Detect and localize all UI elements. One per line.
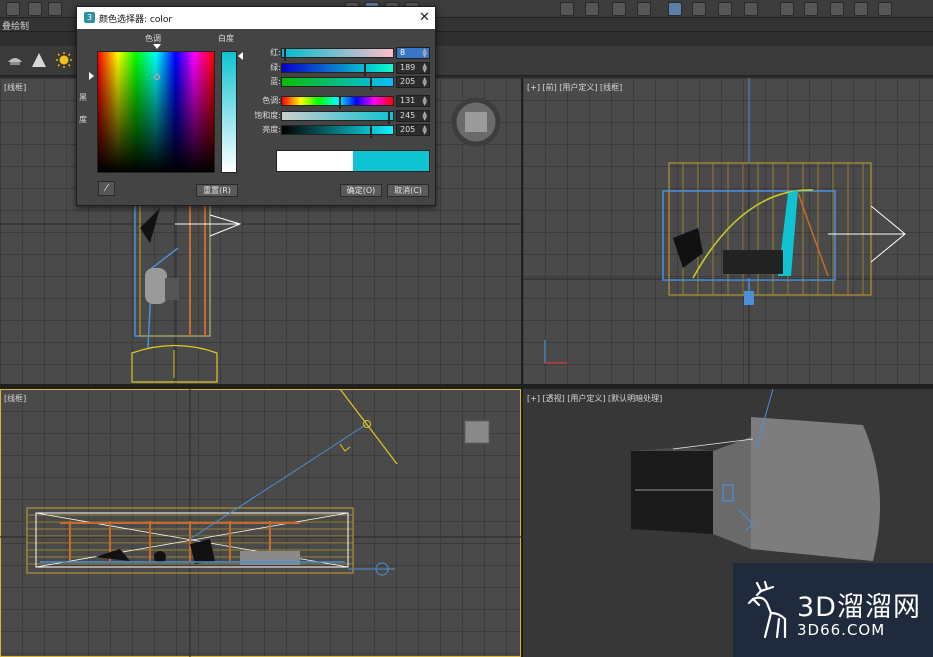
viewport-divider-horizontal[interactable] [0,384,933,389]
blackness-label: 黑度 [79,93,87,124]
blue-value: 205 [400,77,416,86]
viewport-left[interactable]: [线框] [0,389,521,657]
reset-button[interactable]: 重置(R) [196,184,238,197]
green-label: 绿: [270,63,281,72]
front-view-scene [523,78,933,384]
watermark: 3D溜溜网 3D66.COM [733,563,933,657]
value-label: 亮度: [262,125,281,134]
hue-spinner-icon[interactable]: ▲ ▼ [422,96,427,107]
hue-input[interactable]: 131 ▲ ▼ [396,95,430,107]
saturation-input[interactable]: 245 ▲ ▼ [396,110,430,122]
material-editor-icon[interactable] [718,2,732,16]
red-slider[interactable] [281,48,394,61]
ribbon-tab-label[interactable]: 叠绘制 [2,19,29,32]
whiteness-slider[interactable] [221,51,237,173]
eyedropper-icon: ⁄ [105,183,108,194]
blackness-pointer-icon[interactable] [89,72,94,80]
watermark-url: 3D66.COM [797,621,886,639]
saturation-spinner-icon[interactable]: ▲ ▼ [422,111,427,122]
value-row: 亮度: 205 ▲ ▼ [253,124,431,138]
saturation-slider[interactable] [281,111,394,124]
saturation-label: 饱和度: [254,111,281,120]
left-view-scene [0,389,521,657]
render-setup-icon[interactable] [744,2,758,16]
curve-editor-icon[interactable] [668,2,682,16]
blue-slider[interactable] [281,77,394,90]
red-thumb[interactable] [284,49,286,61]
dialog-title: 颜色选择器: color [99,15,173,25]
whiteness-pointer-icon[interactable] [238,52,243,60]
vray-frame-icon[interactable] [854,2,868,16]
green-value: 189 [400,63,416,72]
render-frame-icon[interactable] [780,2,794,16]
dialog-title-bar[interactable]: 3 颜色选择器: color ✕ [77,7,435,29]
current-color-swatch[interactable] [353,151,429,171]
move-icon[interactable] [6,2,20,16]
layer-icon[interactable] [612,2,626,16]
color-selector-dialog: 3 颜色选择器: color ✕ 色调 白度 黑度 ⁄ 重置(R) 确定(O) … [76,6,436,206]
mirror-icon[interactable] [560,2,574,16]
hue-thumb[interactable] [339,97,341,109]
viewport-divider-vertical[interactable] [521,78,523,657]
spot-light-icon[interactable] [30,52,48,68]
cancel-button[interactable]: 取消(C) [387,184,429,197]
blue-thumb[interactable] [370,78,372,90]
value-spinner-icon[interactable]: ▲ ▼ [422,125,427,136]
omni-light-icon[interactable] [6,52,24,68]
red-spinner-icon[interactable]: ▲ ▼ [422,48,427,59]
hue-slider[interactable] [281,96,394,109]
whiteness-label: 白度 [218,34,234,43]
value-input[interactable]: 205 ▲ ▼ [396,124,430,136]
original-color-swatch[interactable] [277,151,353,171]
hue-pointer-icon[interactable] [153,44,161,49]
value-thumb[interactable] [370,126,372,138]
viewport-front[interactable]: [+] [前] [用户定义] [线框] [523,78,933,384]
scene-explorer-icon[interactable] [637,2,651,16]
window-crossing-icon[interactable] [48,2,62,16]
value-slider[interactable] [281,125,394,138]
vray-render-icon[interactable] [878,2,892,16]
color-swatch [276,150,430,172]
green-slider[interactable] [281,63,394,76]
red-row: 红: 8 ▲ ▼ [253,47,431,61]
sun-light-icon[interactable] [55,52,73,68]
blue-row: 蓝: 205 ▲ ▼ [253,76,431,90]
align-icon[interactable] [585,2,599,16]
spectrum-cursor[interactable] [154,74,160,80]
hue-blackness-spectrum[interactable] [97,51,215,173]
eyedropper-button[interactable]: ⁄ [98,181,115,196]
app-badge-icon: 3 [84,12,95,23]
saturation-thumb[interactable] [388,112,390,124]
blue-input[interactable]: 205 ▲ ▼ [396,76,430,88]
select-region-icon[interactable] [28,2,42,16]
deer-logo-icon [747,580,787,639]
hue-label: 色调: [262,96,281,105]
red-input[interactable]: 8 ▲ ▼ [396,47,430,59]
blue-spinner-icon[interactable]: ▲ ▼ [422,77,427,88]
ok-button[interactable]: 确定(O) [340,184,382,197]
green-spinner-icon[interactable]: ▲ ▼ [422,63,427,74]
hue-row: 色调: 131 ▲ ▼ [253,95,431,109]
red-label: 红: [270,48,281,57]
saturation-value: 245 [400,111,416,120]
watermark-title: 3D溜溜网 [797,592,921,623]
red-value: 8 [400,48,406,57]
schematic-view-icon[interactable] [692,2,706,16]
hue-axis-label: 色调 [145,34,161,43]
close-icon[interactable]: ✕ [419,10,430,25]
value-value: 205 [400,125,416,134]
render-active-icon[interactable] [830,2,844,16]
render-icon[interactable] [804,2,818,16]
green-input[interactable]: 189 ▲ ▼ [396,62,430,74]
green-thumb[interactable] [364,64,366,76]
blue-label: 蓝: [270,77,281,86]
saturation-row: 饱和度: 245 ▲ ▼ [253,110,431,124]
green-row: 绿: 189 ▲ ▼ [253,62,431,76]
hue-value: 131 [400,96,416,105]
